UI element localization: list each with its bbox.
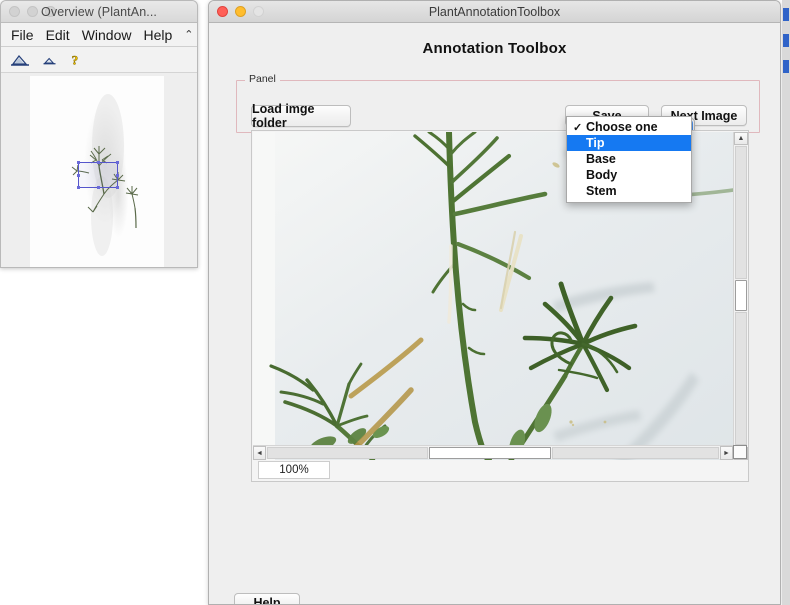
horizontal-scroll-thumb[interactable] — [429, 447, 551, 459]
menu-edit[interactable]: Edit — [40, 26, 76, 44]
dropdown-option-tip[interactable]: Tip — [567, 135, 691, 151]
overview-minimize-button[interactable] — [27, 6, 38, 17]
help-question-icon[interactable]: ? — [69, 52, 83, 68]
main-titlebar[interactable]: PlantAnnotationToolbox — [209, 1, 780, 23]
dropdown-option-label: Choose one — [586, 120, 658, 134]
dropdown-option-label: Body — [586, 168, 618, 182]
background-scrollbar-segment — [783, 8, 789, 21]
background-scrollbar-segment — [783, 34, 789, 47]
overview-titlebar[interactable]: Overview (PlantAn... — [1, 1, 197, 23]
overview-window: Overview (PlantAn... File Edit Window He… — [0, 0, 198, 268]
checkmark-icon: ✓ — [573, 121, 583, 134]
vertical-scroll-track-lower[interactable] — [735, 312, 747, 445]
overview-traffic-lights — [9, 6, 56, 17]
annotation-type-dropdown-menu[interactable]: ✓ Choose one Tip Base Body Stem — [566, 116, 692, 203]
menu-window[interactable]: Window — [76, 26, 138, 44]
dropdown-option-choose-one[interactable]: ✓ Choose one — [567, 119, 691, 135]
overview-selection-rectangle[interactable] — [77, 161, 119, 189]
dropdown-option-body[interactable]: Body — [567, 167, 691, 183]
horizontal-scroll-track-right[interactable] — [552, 447, 719, 459]
scroll-left-arrow-icon[interactable]: ◄ — [253, 446, 266, 460]
zoom-out-icon[interactable] — [42, 54, 57, 66]
dropdown-option-stem[interactable]: Stem — [567, 183, 691, 199]
scroll-up-arrow-icon[interactable]: ▲ — [734, 132, 748, 145]
screen: Overview (PlantAn... File Edit Window He… — [0, 0, 790, 605]
overview-close-button[interactable] — [9, 6, 20, 17]
scroll-right-arrow-icon[interactable]: ► — [720, 446, 733, 460]
overview-canvas[interactable] — [1, 73, 197, 267]
panel-legend-label: Panel — [245, 73, 280, 85]
background-window-sliver — [782, 0, 790, 605]
dropdown-option-label: Base — [586, 152, 616, 166]
background-scrollbar-segment — [783, 60, 789, 73]
overview-menubar: File Edit Window Help ⌃ — [1, 23, 197, 47]
menu-file[interactable]: File — [5, 26, 40, 44]
minimize-button[interactable] — [235, 6, 246, 17]
dropdown-option-base[interactable]: Base — [567, 151, 691, 167]
horizontal-scroll-track-left[interactable] — [267, 447, 428, 459]
help-button[interactable]: Help — [234, 593, 300, 604]
annotation-toolbox-window: PlantAnnotationToolbox PlantAnnotationTo… — [208, 0, 781, 605]
dropdown-option-label: Stem — [586, 184, 617, 198]
load-image-folder-button[interactable]: Load imge folder — [251, 102, 351, 130]
overview-toolbar: ? — [1, 47, 197, 73]
main-traffic-lights — [217, 6, 264, 17]
image-vertical-scrollbar[interactable]: ▲ ▼ — [733, 132, 748, 460]
menu-overflow-chevron-icon[interactable]: ⌃ — [180, 28, 197, 41]
vertical-scroll-track-upper[interactable] — [735, 146, 747, 279]
zoom-in-icon[interactable] — [10, 52, 30, 68]
main-window-body: Annotation Toolbox Panel Load imge folde… — [209, 23, 780, 604]
overview-zoom-button[interactable] — [45, 6, 56, 17]
dropdown-option-label: Tip — [586, 136, 605, 150]
menu-help[interactable]: Help — [137, 26, 178, 44]
vertical-scroll-thumb[interactable] — [735, 280, 747, 311]
image-horizontal-scrollbar[interactable]: ◄ ► — [253, 445, 733, 460]
main-window-title: PlantAnnotationToolbox — [428, 4, 561, 19]
close-button[interactable] — [217, 6, 228, 17]
svg-text:?: ? — [72, 52, 79, 67]
page-title: Annotation Toolbox — [422, 40, 567, 57]
zoom-button[interactable] — [253, 6, 264, 17]
zoom-level-field[interactable]: 100% — [258, 461, 330, 479]
scrollbar-corner-resizer[interactable] — [733, 445, 747, 459]
